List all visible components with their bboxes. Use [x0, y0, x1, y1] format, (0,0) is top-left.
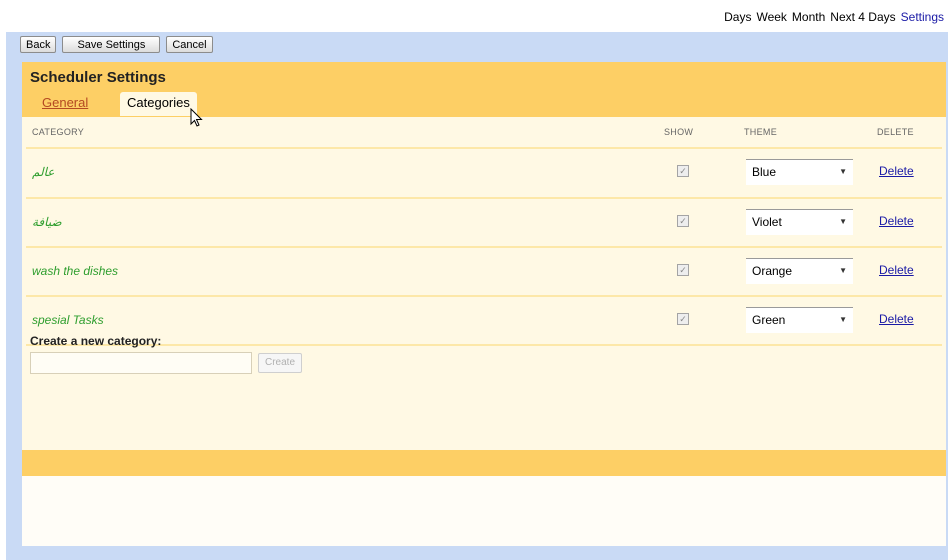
category-row: spesial Tasks ✓ Green ▼ Delete — [26, 295, 942, 342]
toolbar: Back Save Settings Cancel — [20, 36, 219, 54]
column-header-category: CATEGORY — [32, 127, 85, 137]
create-category-label: Create a new category: — [30, 334, 162, 348]
delete-link[interactable]: Delete — [879, 164, 914, 178]
category-row: عالم ✓ Blue ▼ Delete — [26, 147, 942, 194]
page-title: Scheduler Settings — [30, 69, 166, 86]
back-button[interactable]: Back — [20, 36, 57, 53]
category-row: ضيافة ✓ Violet ▼ Delete — [26, 197, 942, 244]
tab-categories[interactable]: Categories — [120, 92, 197, 116]
nav-link-days[interactable]: Days — [724, 10, 751, 24]
dropdown-arrow-icon: ▼ — [839, 266, 847, 275]
view-links: Days Week Month Next 4 Days Settings — [719, 10, 944, 24]
column-header-delete: DELETE — [877, 127, 914, 137]
table-bottom-divider — [26, 344, 942, 348]
delete-link[interactable]: Delete — [879, 312, 914, 326]
theme-select[interactable]: Violet ▼ — [746, 209, 853, 235]
cancel-button[interactable]: Cancel — [166, 36, 213, 53]
column-header-theme: THEME — [744, 127, 777, 137]
nav-link-month[interactable]: Month — [792, 10, 825, 24]
categories-table: CATEGORY SHOW THEME DELETE عالم ✓ Blue ▼… — [22, 117, 946, 450]
delete-link[interactable]: Delete — [879, 263, 914, 277]
category-name: spesial Tasks — [32, 313, 104, 327]
column-header-show: SHOW — [664, 127, 694, 137]
category-row: wash the dishes ✓ Orange ▼ Delete — [26, 246, 942, 293]
nav-link-settings[interactable]: Settings — [901, 10, 944, 24]
save-settings-button[interactable]: Save Settings — [62, 36, 161, 53]
theme-select[interactable]: Green ▼ — [746, 307, 853, 333]
category-name: wash the dishes — [32, 264, 119, 278]
dropdown-arrow-icon: ▼ — [839, 217, 847, 226]
theme-value: Violet — [752, 215, 782, 229]
tab-general[interactable]: General — [34, 92, 96, 116]
show-checkbox[interactable]: ✓ — [677, 165, 689, 177]
show-checkbox[interactable]: ✓ — [677, 264, 689, 276]
settings-footer-bar — [22, 450, 946, 476]
dropdown-arrow-icon: ▼ — [839, 315, 847, 324]
dropdown-arrow-icon: ▼ — [839, 167, 847, 176]
theme-select[interactable]: Orange ▼ — [746, 258, 853, 284]
nav-link-week[interactable]: Week — [756, 10, 786, 24]
show-checkbox[interactable]: ✓ — [677, 215, 689, 227]
theme-select[interactable]: Blue ▼ — [746, 159, 853, 185]
delete-link[interactable]: Delete — [879, 214, 914, 228]
nav-link-next-4-days[interactable]: Next 4 Days — [830, 10, 895, 24]
settings-header: Scheduler Settings General Categories — [22, 62, 946, 117]
show-checkbox[interactable]: ✓ — [677, 313, 689, 325]
scheduler-settings-box: Scheduler Settings General Categories CA… — [22, 62, 946, 546]
theme-value: Orange — [752, 264, 793, 278]
category-name: عالم — [32, 165, 55, 179]
theme-value: Blue — [752, 165, 777, 179]
category-name: ضيافة — [32, 215, 62, 229]
theme-value: Green — [752, 313, 786, 327]
mouse-pointer-icon — [190, 108, 203, 127]
settings-panel: Back Save Settings Cancel Scheduler Settin… — [6, 32, 948, 560]
new-category-input[interactable] — [30, 352, 252, 374]
create-button[interactable]: Create — [258, 353, 303, 373]
top-navigation: Days Week Month Next 4 Days Settings — [0, 0, 948, 32]
